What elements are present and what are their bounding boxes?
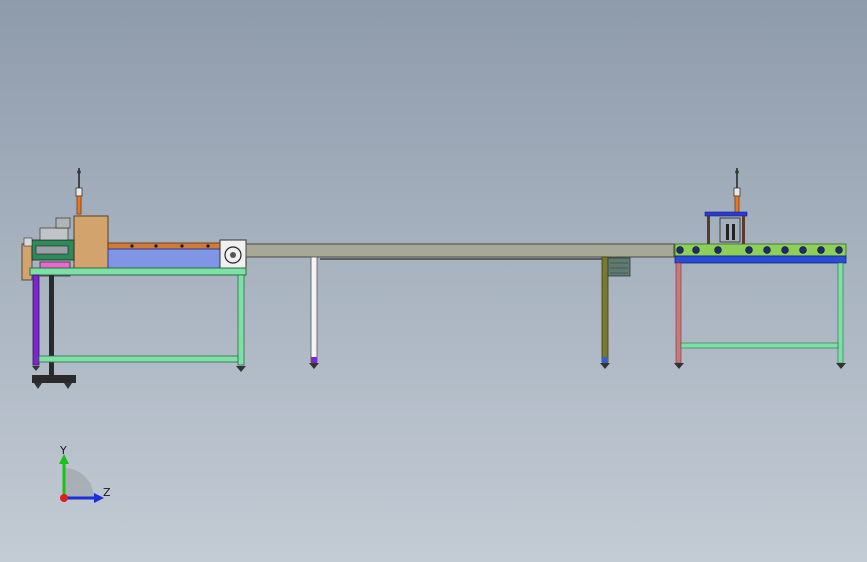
press-top-beam bbox=[704, 211, 748, 217]
leg-cap bbox=[311, 357, 317, 363]
foot-icon bbox=[34, 383, 42, 389]
assembly-drawing: Y Z bbox=[21, 168, 847, 503]
cylinder-head bbox=[75, 187, 83, 197]
foot-icon bbox=[309, 363, 319, 369]
right-table-top bbox=[674, 255, 847, 264]
foot-icon bbox=[836, 363, 846, 369]
press-column bbox=[742, 216, 745, 246]
purple-leg bbox=[32, 274, 40, 366]
gear-hub-icon bbox=[230, 252, 236, 258]
leg-cap bbox=[602, 357, 608, 363]
cylinder-body bbox=[734, 195, 740, 215]
right-roller-module[interactable] bbox=[674, 168, 847, 369]
base-plate bbox=[32, 375, 76, 383]
left-conveyor-module[interactable] bbox=[21, 168, 247, 389]
foot-icon bbox=[64, 383, 72, 389]
orientation-triad: Y Z bbox=[59, 444, 111, 503]
white-leg bbox=[310, 256, 318, 363]
gear-assembly bbox=[39, 227, 69, 241]
press-head bbox=[719, 217, 741, 243]
cylinder-head bbox=[733, 187, 741, 197]
long-table-top bbox=[245, 243, 675, 258]
cylinder-body bbox=[76, 195, 82, 215]
z-axis-label: Z bbox=[103, 486, 111, 499]
right-leg bbox=[837, 262, 844, 364]
tan-housing-box bbox=[73, 215, 109, 271]
y-axis-label: Y bbox=[59, 444, 67, 457]
lower-crossbar bbox=[680, 342, 839, 349]
left-table-top bbox=[29, 267, 247, 276]
top-bracket bbox=[55, 217, 71, 229]
olive-leg bbox=[601, 256, 609, 363]
press-column bbox=[707, 216, 710, 246]
conveyor-top-rail bbox=[107, 242, 221, 250]
lower-crossbar bbox=[38, 355, 239, 363]
origin-icon bbox=[60, 494, 68, 502]
rod-cap-icon bbox=[735, 170, 739, 174]
foot-icon bbox=[32, 366, 40, 371]
middle-long-table[interactable] bbox=[245, 243, 675, 369]
conveyor-belt bbox=[107, 248, 221, 269]
cad-viewport[interactable]: Y Z bbox=[0, 0, 867, 562]
rod-cap-icon bbox=[77, 170, 81, 174]
foot-icon bbox=[600, 363, 610, 369]
small-bracket bbox=[23, 237, 33, 247]
right-leg bbox=[237, 274, 245, 366]
red-leg bbox=[675, 262, 682, 364]
foot-icon bbox=[674, 363, 684, 369]
foot-icon bbox=[236, 366, 246, 372]
triad-quadrant bbox=[64, 468, 94, 498]
motor-shaft bbox=[35, 245, 69, 255]
